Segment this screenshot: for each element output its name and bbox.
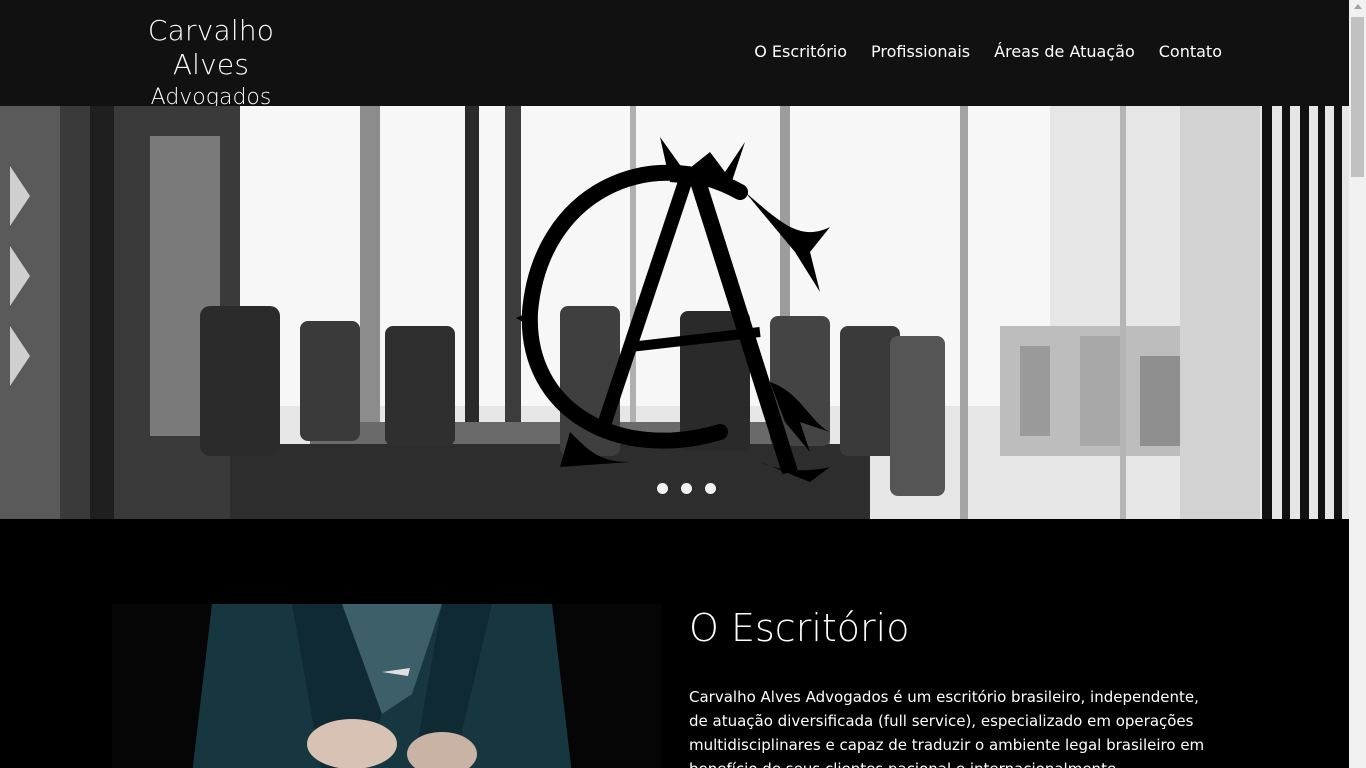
nav-item-profissionais[interactable]: Profissionais [871, 40, 970, 64]
nav-item-o-escritorio[interactable]: O Escritório [754, 40, 847, 64]
main-nav: O Escritório Profissionais Áreas de Atua… [754, 40, 1222, 64]
site-header: Carvalho Alves Advogados O Escritório Pr… [0, 0, 1349, 110]
vertical-scrollbar[interactable] [1349, 0, 1366, 768]
lawyer-suit-photo [112, 604, 662, 768]
slider-dots [657, 483, 716, 494]
section-description: Carvalho Alves Advogados é um escritório… [689, 688, 1205, 768]
suit-image [112, 604, 662, 768]
nav-item-areas-de-atuacao[interactable]: Áreas de Atuação [994, 40, 1135, 64]
scrollbar-thumb[interactable] [1351, 17, 1364, 177]
scroll-up-arrow-icon[interactable] [1354, 4, 1362, 9]
slider-dot-2[interactable] [681, 483, 692, 494]
nav-item-contato[interactable]: Contato [1159, 40, 1222, 64]
o-escritorio-section: O Escritório Carvalho Alves Advogados é … [0, 519, 1349, 768]
hero-slider [0, 106, 1349, 519]
site-logo[interactable]: Carvalho Alves Advogados [118, 14, 304, 114]
slider-dot-3[interactable] [705, 483, 716, 494]
section-title: O Escritório [689, 606, 910, 650]
slider-dot-1[interactable] [657, 483, 668, 494]
logo-line-1: Carvalho Alves [147, 14, 275, 81]
ca-monogram-logo [516, 137, 830, 482]
page: Carvalho Alves Advogados O Escritório Pr… [0, 0, 1349, 768]
